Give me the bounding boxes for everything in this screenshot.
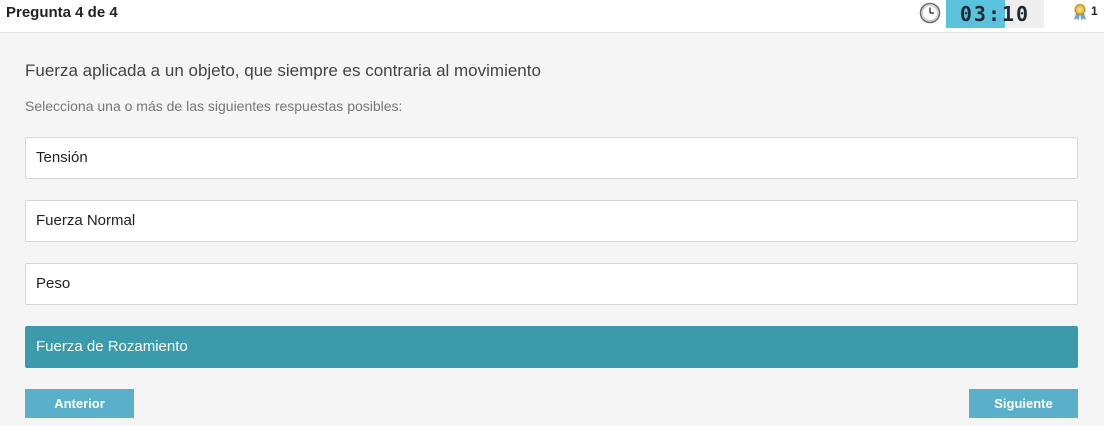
clock-icon	[919, 2, 941, 24]
timer-value: 03:10	[959, 2, 1031, 26]
answer-option-label: Fuerza Normal	[36, 212, 136, 229]
question-text: Fuerza aplicada a un objeto, que siempre…	[25, 61, 541, 80]
points-value: 1	[1091, 4, 1098, 18]
previous-button[interactable]: Anterior	[25, 389, 134, 418]
next-button[interactable]: Siguiente	[969, 389, 1078, 418]
question-counter: Pregunta 4 de 4	[6, 4, 118, 21]
answer-option-peso[interactable]: Peso	[25, 263, 1078, 305]
answer-option-label: Tensión	[36, 149, 88, 166]
answer-option-fuerza-normal[interactable]: Fuerza Normal	[25, 200, 1078, 242]
answer-option-fuerza-de-rozamiento[interactable]: Fuerza de Rozamiento	[25, 326, 1078, 368]
question-instructions: Selecciona una o más de las siguientes r…	[25, 98, 403, 114]
timer: 03:10	[946, 0, 1044, 28]
top-bar: Pregunta 4 de 4 03:10 1	[0, 0, 1104, 33]
medal-icon	[1074, 4, 1086, 21]
answer-option-tension[interactable]: Tensión	[25, 137, 1078, 179]
answer-option-label: Peso	[36, 275, 71, 292]
answer-option-label: Fuerza de Rozamiento	[36, 338, 188, 355]
